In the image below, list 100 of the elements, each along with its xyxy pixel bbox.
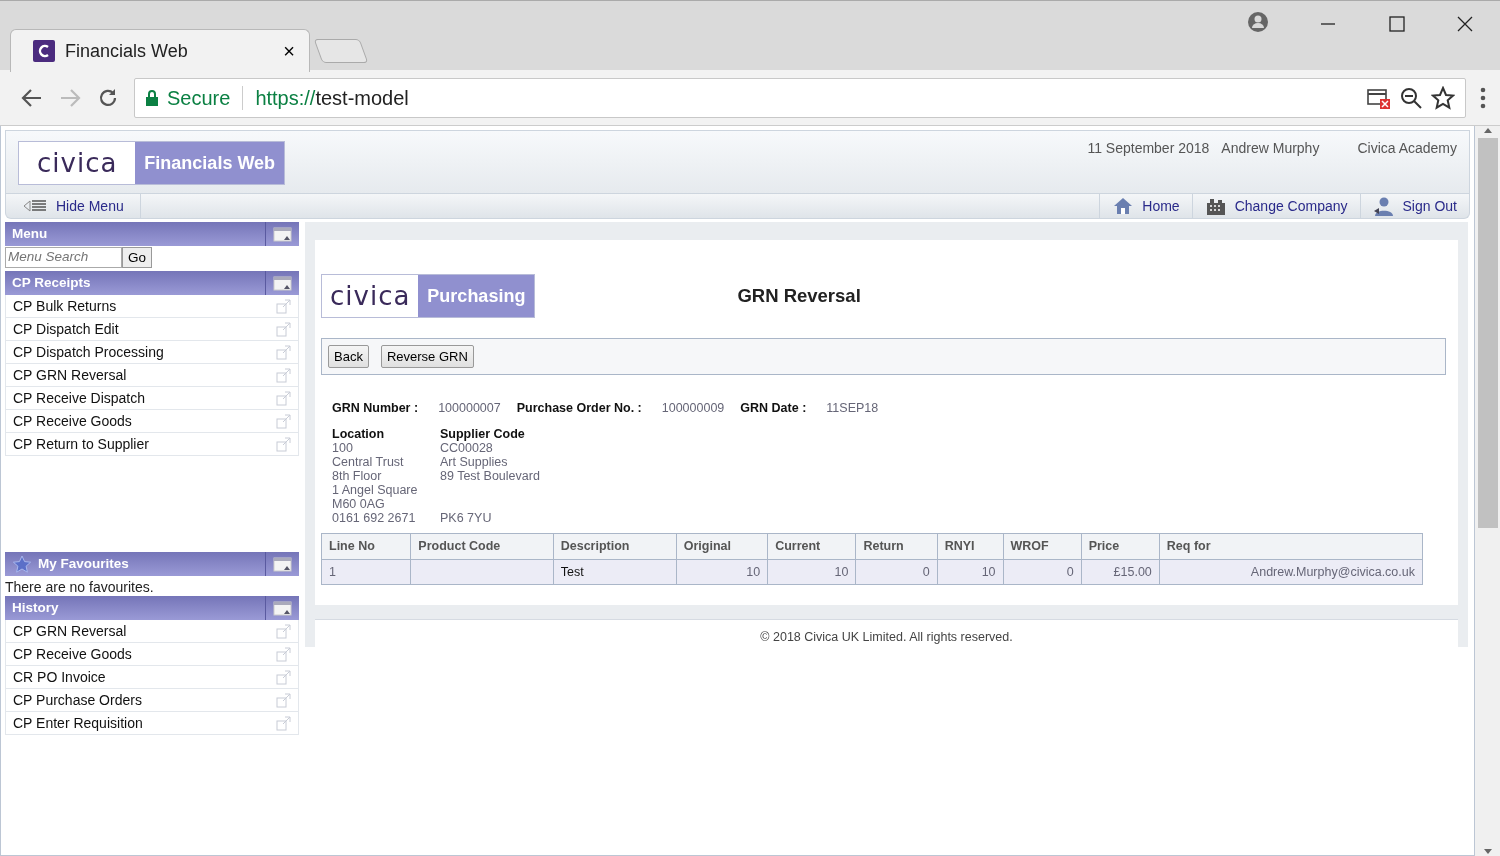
address-line: 1 Angel Square	[332, 482, 419, 497]
page-title: GRN Reversal	[737, 284, 861, 309]
table-cell: Test	[553, 559, 677, 585]
menu-search-field[interactable]: Menu Search	[5, 247, 122, 268]
open-link-icon	[276, 298, 291, 314]
menu-bar-link[interactable]: Sign Out	[1359, 194, 1469, 218]
address-line: PK6 7YU	[440, 510, 493, 525]
address-line: 0161 692 2671	[332, 510, 417, 525]
open-link-icon	[276, 715, 291, 731]
field-label: GRN Date :	[740, 401, 807, 415]
app-name: Financials Web	[135, 142, 285, 184]
table-cell: 0	[1003, 559, 1082, 585]
address-line: CC00028	[440, 440, 494, 455]
menu-item[interactable]: CP Enter Requisition	[5, 712, 299, 735]
menu-item[interactable]: CP GRN Reversal	[5, 620, 299, 643]
person-icon	[1372, 196, 1395, 216]
menu-item[interactable]: CP Purchase Orders	[5, 689, 299, 712]
menu-item[interactable]: CP GRN Reversal	[5, 364, 299, 387]
user-name: Andrew Murphy	[1221, 139, 1320, 158]
address-line: M60 0AG	[332, 496, 385, 511]
maximize-icon[interactable]	[1389, 16, 1405, 32]
open-link-icon	[276, 436, 291, 452]
open-link-icon	[276, 390, 291, 406]
panel-icon	[273, 556, 292, 572]
zoom-out-icon[interactable]	[1399, 85, 1423, 110]
company-name: Civica Academy	[1357, 139, 1457, 158]
scroll-down-arrow-icon[interactable]	[1482, 848, 1493, 856]
address-bar[interactable]: Secure https://test-model	[134, 77, 1466, 118]
panel-title: My Favourites	[38, 554, 130, 573]
open-link-icon	[276, 623, 291, 639]
open-link-icon	[276, 413, 291, 429]
profile-icon[interactable]	[1247, 11, 1269, 33]
panel-title: Menu	[12, 224, 49, 243]
field-value: 100000009	[661, 401, 725, 415]
open-link-icon	[276, 367, 291, 383]
tab-close-button[interactable]: ×	[283, 41, 295, 61]
table-cell: £15.00	[1081, 559, 1160, 585]
panel-title: History	[12, 598, 60, 617]
menu-bar-link[interactable]: Home	[1099, 194, 1192, 218]
field-value: 100000007	[438, 401, 501, 415]
address-line: Art Supplies	[440, 454, 509, 469]
field-value: 11SEP18	[826, 401, 879, 415]
menu-item[interactable]: CP Return to Supplier	[5, 433, 299, 456]
empty-message: There are no favourites.	[5, 578, 155, 596]
menu-item[interactable]: CP Bulk Returns	[5, 295, 299, 318]
go-button[interactable]: Go	[122, 247, 152, 268]
address-line: 100	[332, 440, 354, 455]
column-header: Description	[553, 533, 677, 559]
current-date: 11 September 2018	[1087, 139, 1210, 158]
menu-item[interactable]: CP Dispatch Edit	[5, 318, 299, 341]
field-label: Purchase Order No. :	[516, 401, 642, 415]
menu-item[interactable]: CP Receive Dispatch	[5, 387, 299, 410]
hide-menu-button[interactable]: Hide Menu	[6, 194, 141, 218]
building-icon	[1204, 196, 1227, 216]
open-link-icon	[276, 321, 291, 337]
column-header: WROF	[1003, 533, 1082, 559]
column-header: RNYI	[937, 533, 1004, 559]
close-icon[interactable]	[1457, 16, 1473, 32]
panel-icon	[273, 226, 292, 242]
address-line: 89 Test Boulevard	[440, 468, 541, 483]
open-link-icon	[276, 692, 291, 708]
padlock-icon	[145, 89, 159, 106]
table-cell: 1	[321, 559, 411, 585]
secure-label: Secure	[167, 85, 231, 111]
address-heading: Supplier Code	[440, 426, 526, 441]
column-header: Req for	[1159, 533, 1423, 559]
table-cell: 0	[855, 559, 938, 585]
reverse-grn-button[interactable]: Reverse GRN	[380, 344, 474, 369]
menu-bar-link[interactable]: Change Company	[1191, 194, 1360, 218]
panel-title: CP Receipts	[12, 273, 92, 292]
copyright-text: © 2018 Civica UK Limited. All rights reserved.	[760, 630, 1013, 645]
column-header: Return	[855, 533, 938, 559]
table-cell: Andrew.Murphy@civica.co.uk	[1159, 559, 1423, 585]
collapse-menu-icon	[22, 199, 48, 213]
table-cell: 10	[767, 559, 856, 585]
column-header: Original	[676, 533, 768, 559]
star-icon	[12, 555, 32, 573]
url-text: https://test-model	[255, 85, 409, 111]
menu-item[interactable]: CP Receive Goods	[5, 643, 299, 666]
menu-item[interactable]: CP Dispatch Processing	[5, 341, 299, 364]
open-link-icon	[276, 646, 291, 662]
column-header: Product Code	[410, 533, 554, 559]
site-icon	[33, 40, 55, 62]
star-icon[interactable]	[1431, 85, 1455, 110]
menu-item[interactable]: CR PO Invoice	[5, 666, 299, 689]
panel-icon	[273, 600, 292, 616]
column-header: Current	[767, 533, 856, 559]
more-menu-icon[interactable]	[1480, 86, 1486, 109]
field-label: GRN Number :	[332, 401, 419, 415]
address-line: Central Trust	[332, 454, 405, 469]
table-cell: 10	[676, 559, 768, 585]
open-link-icon	[276, 344, 291, 360]
address-line: 8th Floor	[332, 468, 383, 483]
menu-item[interactable]: CP Receive Goods	[5, 410, 299, 433]
back-button[interactable]: Back	[328, 344, 369, 369]
browser-tab[interactable]: Financials Web ×	[10, 29, 310, 72]
open-link-icon	[276, 669, 291, 685]
vertical-scrollbar[interactable]	[1475, 126, 1500, 856]
blocked-window-icon[interactable]	[1367, 86, 1391, 109]
scroll-up-arrow-icon[interactable]	[1482, 126, 1493, 134]
